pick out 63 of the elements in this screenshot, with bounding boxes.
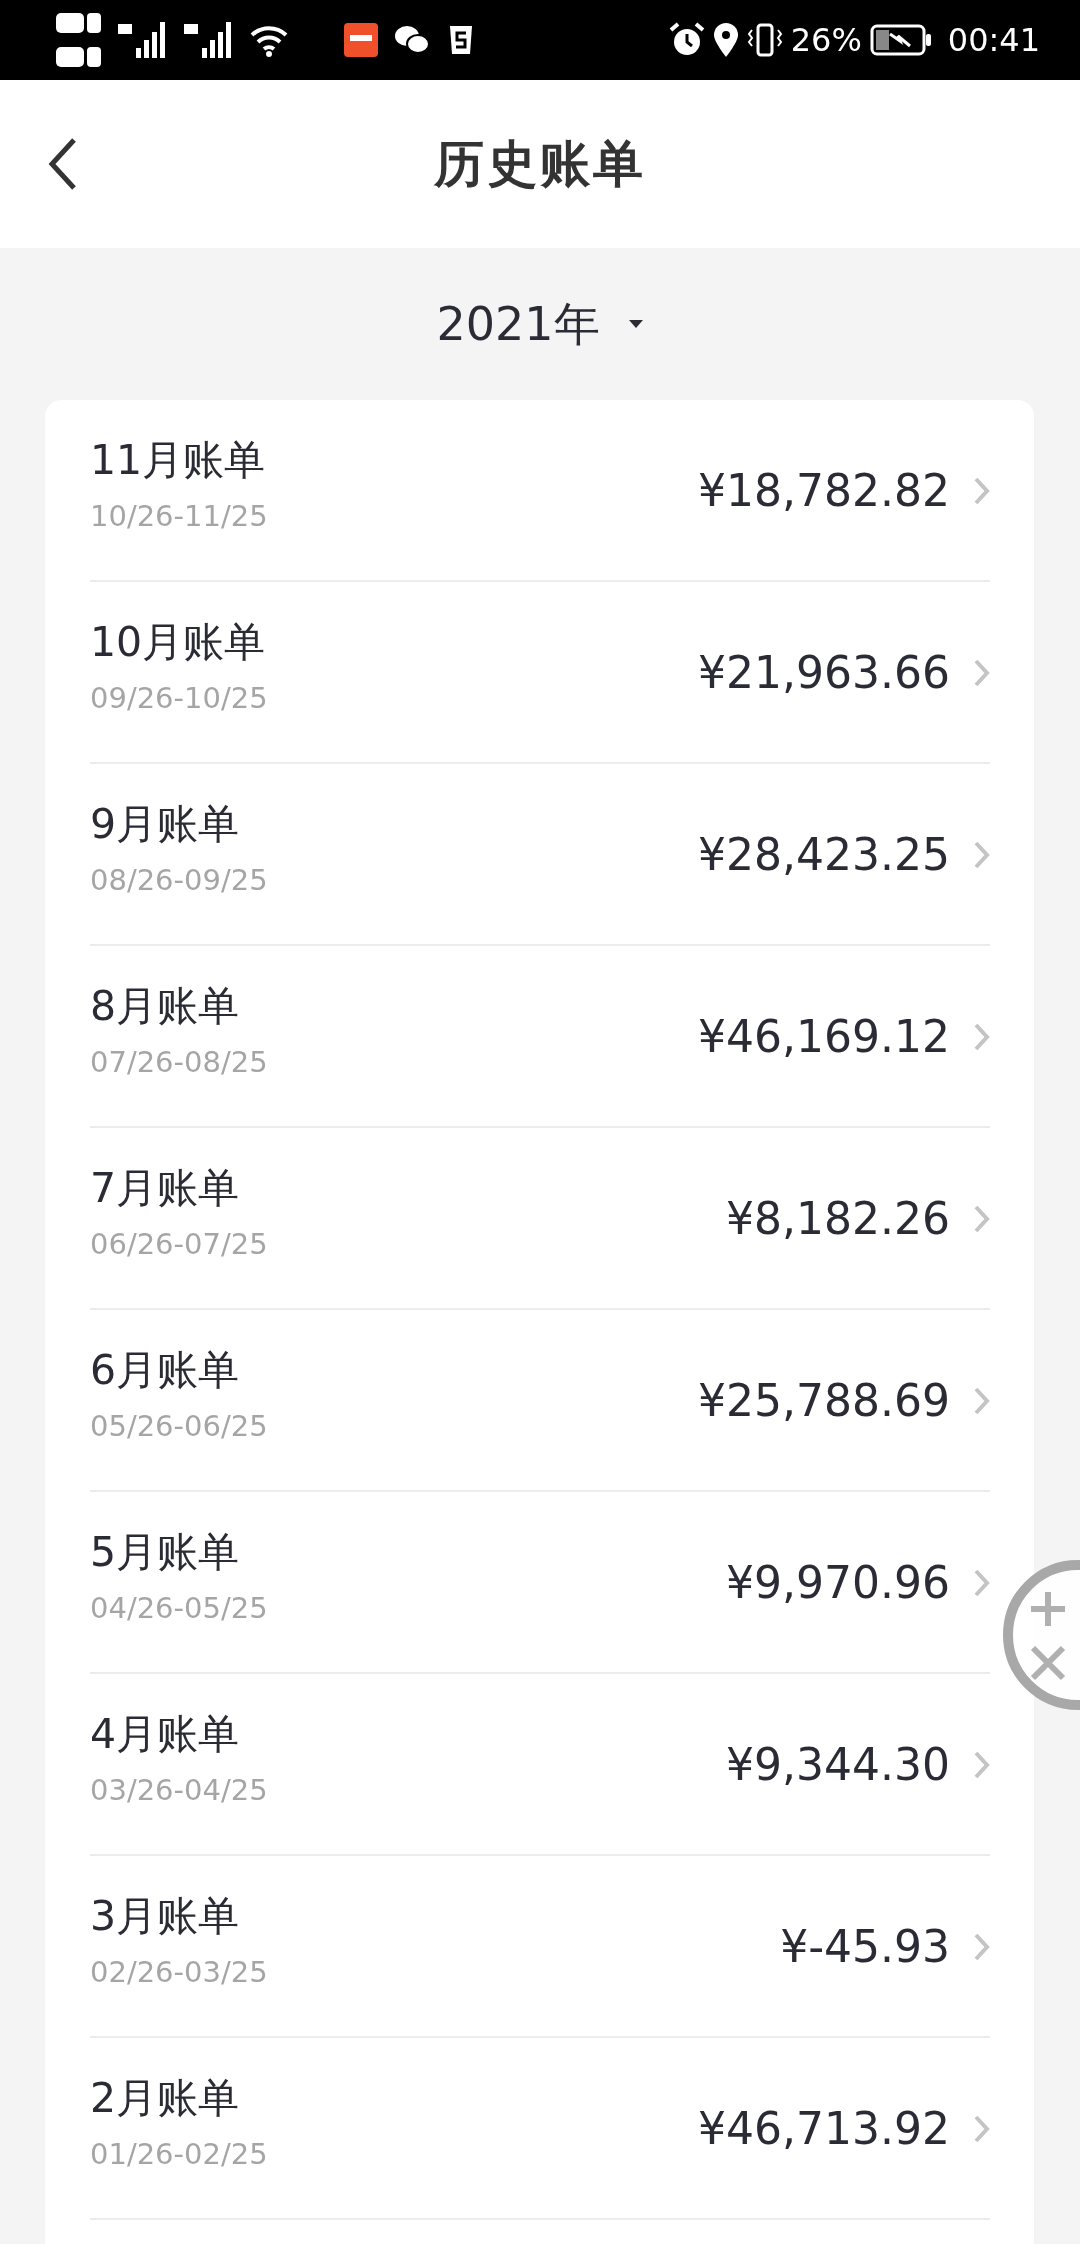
location-icon [712,22,739,58]
chevron-right-icon [974,1751,990,1779]
bill-amount: ¥21,963.66 [698,646,950,700]
bill-amount: ¥28,423.25 [698,828,950,882]
bill-period: 05/26-06/25 [90,1408,268,1446]
bill-amount: ¥9,970.96 [726,1556,950,1610]
bill-period: 01/26-02/25 [90,2136,268,2174]
bill-amount: ¥9,344.30 [726,1738,950,1792]
signal-icon [118,20,168,60]
bill-row[interactable]: 6月账单 05/26-06/25 ¥25,788.69 [90,1310,990,1492]
bill-amount: ¥18,782.82 [698,464,950,518]
bill-row[interactable]: 9月账单 08/26-09/25 ¥28,423.25 [90,764,990,946]
bill-period: 09/26-10/25 [90,680,268,718]
alarm-icon [668,22,705,58]
bill-period: 04/26-05/25 [90,1590,268,1628]
battery-percent: 26% [790,20,862,61]
bill-title: 9月账单 [90,800,240,850]
battery-charging-icon [869,24,932,56]
bill-amount: ¥46,169.12 [698,1010,950,1064]
bill-period: 02/26-03/25 [90,1954,268,1992]
bill-row[interactable]: 3月账单 02/26-03/25 ¥-45.93 [90,1856,990,2038]
bill-row[interactable]: 7月账单 06/26-07/25 ¥8,182.26 [90,1128,990,1310]
page-title: 历史账单 [434,133,646,195]
chevron-right-icon [974,1205,990,1233]
signal-icon [184,20,234,60]
bill-row[interactable]: 2月账单 01/26-02/25 ¥46,713.92 [90,2038,990,2220]
clock-time: 00:41 [947,20,1040,61]
bill-period: 03/26-04/25 [90,1772,268,1810]
bill-row[interactable]: 4月账单 03/26-04/25 ¥9,344.30 [90,1674,990,1856]
bill-title: 8月账单 [90,982,240,1032]
bill-period: 10/26-11/25 [90,498,268,536]
chevron-right-icon [974,2115,990,2143]
bill-period: 06/26-07/25 [90,1226,268,1264]
bill-title: 11月账单 [90,436,266,486]
wifi-icon [250,23,288,57]
chevron-right-icon [974,1387,990,1415]
bill-title: 4月账单 [90,1710,240,1760]
chevron-right-icon [974,477,990,505]
chevron-right-icon [974,1569,990,1597]
bill-period: 07/26-08/25 [90,1044,268,1082]
chevron-right-icon [974,1933,990,1961]
caret-down-icon [627,319,644,329]
bill-period: 08/26-09/25 [90,862,268,900]
chevron-right-icon [974,659,990,687]
chevron-right-icon [974,841,990,869]
bill-title: 10月账单 [90,618,266,668]
bill-title: 2月账单 [90,2074,240,2124]
bill-row[interactable]: 10月账单 09/26-10/25 ¥21,963.66 [90,582,990,764]
bill-amount: ¥46,713.92 [698,2102,950,2156]
bill-title: 5月账单 [90,1528,240,1578]
bill-title: 7月账单 [90,1164,240,1214]
bill-amount: ¥8,182.26 [726,1192,950,1246]
bill-row[interactable]: 8月账单 07/26-08/25 ¥46,169.12 [90,946,990,1128]
bill-title: 3月账单 [90,1892,240,1942]
bill-title: 6月账单 [90,1346,240,1396]
vibrate-icon [746,22,783,58]
chevron-right-icon [974,1023,990,1051]
bill-amount: ¥25,788.69 [698,1374,950,1428]
bill-amount: ¥-45.93 [780,1920,950,1974]
bill-row[interactable]: 11月账单 10/26-11/25 ¥18,782.82 [90,400,990,582]
year-dropdown[interactable]: 2021年 [436,289,644,359]
app-icon [344,23,378,57]
bill-row[interactable]: 5月账单 04/26-05/25 ¥9,970.96 [90,1492,990,1674]
